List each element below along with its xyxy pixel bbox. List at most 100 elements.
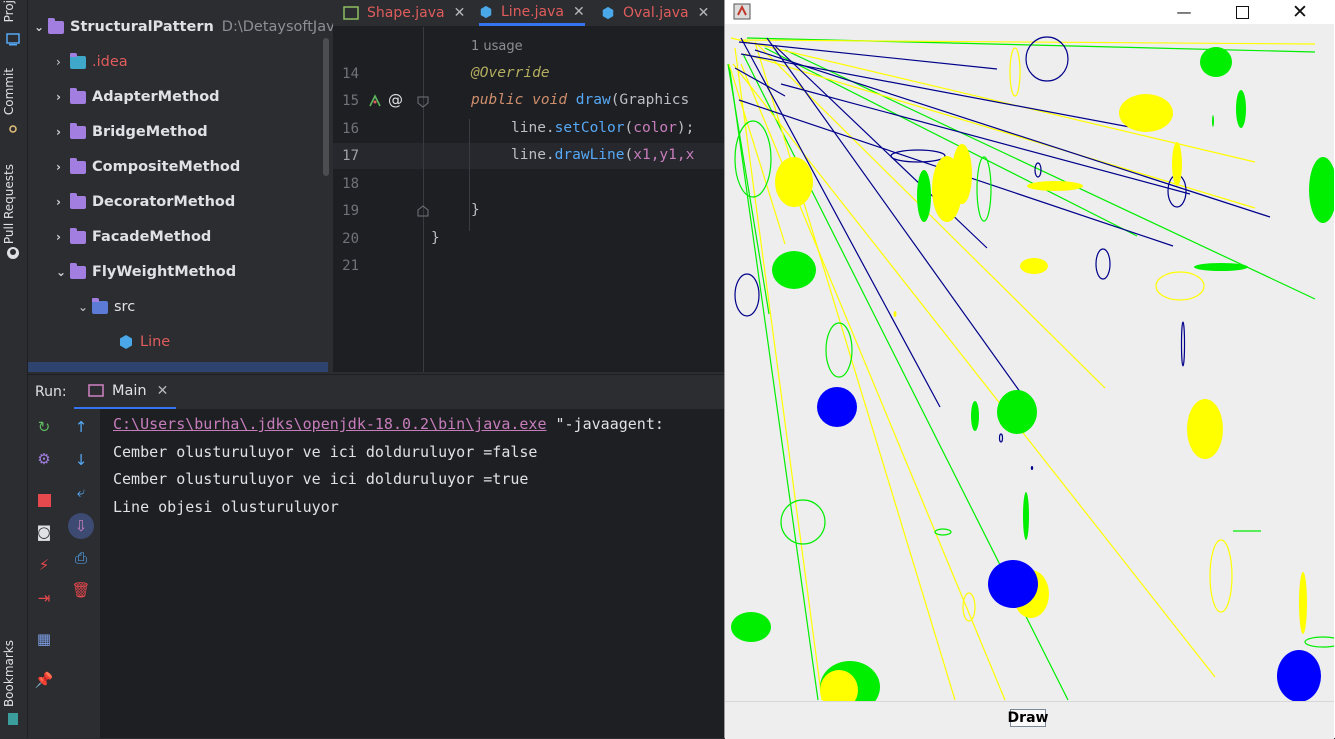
java-exe-link[interactable]: C:\Users\burha\.jdks\openjdk-18.0.2\bin\… xyxy=(113,415,546,433)
tree-item-label: src xyxy=(114,299,136,315)
settings-icon[interactable]: ⚙ xyxy=(35,450,53,468)
tab-label: Oval.java xyxy=(623,5,689,21)
commit-tool-label[interactable]: Commit xyxy=(2,68,16,115)
close-icon[interactable]: ✕ xyxy=(157,383,169,399)
close-button[interactable]: ✕ xyxy=(1277,0,1323,24)
usage-hint[interactable]: 1 usage xyxy=(471,39,523,54)
draw-button[interactable]: Draw xyxy=(1008,709,1048,727)
tree-item-label: BridgeMethod xyxy=(92,124,208,140)
app-window: — ✕ Draw xyxy=(724,0,1335,739)
drawing-canvas[interactable] xyxy=(725,24,1335,713)
drawing-surface xyxy=(727,36,1335,713)
line-number: 16 xyxy=(342,121,359,137)
chevron-right-icon[interactable]: › xyxy=(56,90,70,104)
close-icon[interactable]: ✕ xyxy=(698,5,710,21)
plug-icon[interactable]: ⚡ xyxy=(35,556,53,574)
project-tool-label[interactable]: Proj xyxy=(2,0,16,22)
code-editor[interactable]: 1 usage 14 15 16 17 18 19 20 21 @ @Overr… xyxy=(333,27,724,372)
app-title-bar[interactable]: — ✕ xyxy=(725,0,1335,24)
java-class-icon xyxy=(602,6,614,20)
tab-label: Shape.java xyxy=(367,5,445,21)
camera-icon[interactable]: ◙ xyxy=(35,523,53,541)
chevron-down-icon[interactable]: ⌄ xyxy=(34,20,48,34)
close-icon[interactable]: ✕ xyxy=(573,4,585,20)
module-folder-icon xyxy=(70,262,86,279)
tree-root-structuralpattern[interactable]: ⌄ StructuralPattern D:\DetaysoftJavaPro xyxy=(34,13,367,41)
java-class-icon xyxy=(480,5,492,18)
line-number: 14 xyxy=(342,66,359,82)
arrow-up-icon[interactable]: ↑ xyxy=(72,418,90,436)
console-line: Cember olusturuluyor ve ici dolduruluyor… xyxy=(113,470,529,488)
code-drawline-call: line.drawLine(x1,y1,x xyxy=(511,147,695,163)
project-icon[interactable] xyxy=(6,32,20,46)
minimize-button[interactable]: — xyxy=(1161,0,1207,24)
chevron-right-icon[interactable]: › xyxy=(56,230,70,244)
tree-item-label: DecoratorMethod xyxy=(92,194,236,210)
project-scrollbar[interactable] xyxy=(323,38,329,176)
bookmark-icon[interactable] xyxy=(6,712,20,726)
code-closing-brace: } xyxy=(431,230,440,246)
tab-oval-java[interactable]: Oval.java ✕ xyxy=(601,0,709,26)
close-icon[interactable]: ✕ xyxy=(454,5,466,21)
run-tab-main[interactable]: Main ✕ xyxy=(74,375,176,410)
code-override-annotation: @Override xyxy=(471,65,550,81)
module-folder-icon xyxy=(70,157,86,174)
trash-icon[interactable]: 🗑 xyxy=(71,581,90,599)
editor-tab-bar: Shape.java ✕ Line.java ✕ Oval.java ✕ xyxy=(333,0,724,27)
maximize-button[interactable] xyxy=(1219,0,1265,24)
line-number: 17 xyxy=(342,148,359,164)
code-closing-brace: } xyxy=(471,202,480,218)
rerun-icon[interactable]: ↻ xyxy=(35,418,53,436)
chevron-right-icon[interactable]: › xyxy=(56,195,70,209)
tree-item-line[interactable]: Line xyxy=(118,328,170,356)
annotation-gutter-icon[interactable]: @ xyxy=(388,91,403,109)
tree-item-facademethod[interactable]: › FacadeMethod xyxy=(56,223,211,251)
tree-item-decoratormethod[interactable]: › DecoratorMethod xyxy=(56,188,235,216)
tree-item-src[interactable]: ⌄ src xyxy=(78,293,135,321)
tab-line-java[interactable]: Line.java ✕ xyxy=(479,0,585,26)
pin-icon[interactable]: 📌 xyxy=(35,671,54,689)
run-toolbar-left: ↻ ⚙ ◙ ⚡ ⇥ ▦ 📌 xyxy=(28,409,61,738)
commit-icon[interactable] xyxy=(6,122,20,136)
filled-ovals xyxy=(731,47,1335,713)
tab-label: Line.java xyxy=(501,3,564,20)
override-gutter-icon[interactable] xyxy=(367,93,383,109)
arrow-down-icon[interactable]: ↓ xyxy=(72,451,90,469)
code-setcolor-call: line.setColor(color); xyxy=(511,120,695,136)
application-icon xyxy=(88,384,104,397)
chevron-right-icon[interactable]: › xyxy=(56,160,70,174)
tree-item-flyweightmethod[interactable]: ⌄ FlyWeightMethod xyxy=(56,258,236,286)
tool-window-strip: Proj Commit Pull Requests Bookmarks xyxy=(0,0,28,738)
exit-icon[interactable]: ⇥ xyxy=(35,589,53,607)
tree-item-label: FlyWeightMethod xyxy=(92,264,237,280)
stop-icon[interactable] xyxy=(35,491,53,509)
tree-item-idea[interactable]: › .idea xyxy=(56,48,128,76)
fold-icon[interactable] xyxy=(417,96,429,108)
chevron-down-icon[interactable]: ⌄ xyxy=(78,300,92,314)
button-bar: Draw xyxy=(725,701,1334,739)
tree-item-adaptermethod[interactable]: › AdapterMethod xyxy=(56,83,220,111)
console-line: C:\Users\burha\.jdks\openjdk-18.0.2\bin\… xyxy=(113,415,664,433)
scroll-to-end-icon[interactable]: ⇩ xyxy=(68,513,94,539)
chevron-right-icon[interactable]: › xyxy=(56,125,70,139)
soft-wrap-icon[interactable]: ⤶ xyxy=(72,483,90,501)
fold-icon[interactable] xyxy=(417,205,429,217)
chevron-right-icon[interactable]: › xyxy=(56,55,70,69)
tab-shape-java[interactable]: Shape.java ✕ xyxy=(343,0,465,26)
print-icon[interactable]: ⎙ xyxy=(72,549,90,567)
github-icon[interactable] xyxy=(6,246,20,260)
tree-item-label: CompositeMethod xyxy=(92,159,241,175)
tree-item-bridgemethod[interactable]: › BridgeMethod xyxy=(56,118,208,146)
chevron-down-icon[interactable]: ⌄ xyxy=(56,265,70,279)
line-number: 19 xyxy=(342,203,359,219)
tree-item-label: Line xyxy=(140,334,171,350)
tree-item-compositemethod[interactable]: › CompositeMethod xyxy=(56,153,240,181)
line-number: 20 xyxy=(342,231,359,247)
tree-root-label: StructuralPattern xyxy=(70,19,214,35)
bookmarks-tool-label[interactable]: Bookmarks xyxy=(2,640,16,707)
tree-item-label: .idea xyxy=(92,54,128,70)
indent-guide xyxy=(469,119,470,231)
pull-requests-tool-label[interactable]: Pull Requests xyxy=(2,164,16,244)
console-output[interactable]: C:\Users\burha\.jdks\openjdk-18.0.2\bin\… xyxy=(101,409,724,738)
layout-icon[interactable]: ▦ xyxy=(35,630,53,648)
